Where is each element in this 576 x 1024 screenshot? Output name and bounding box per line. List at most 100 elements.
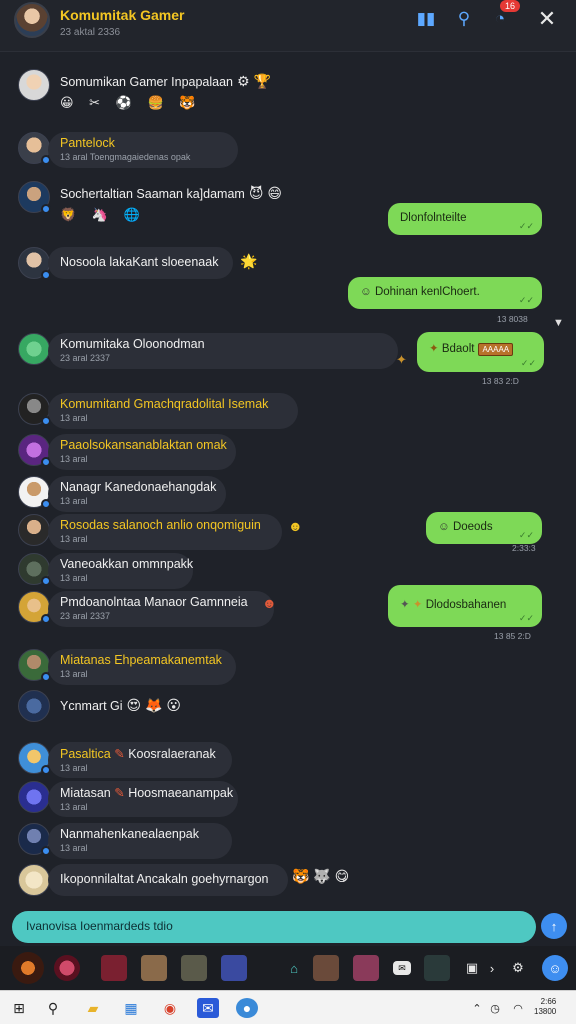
list-item[interactable]: Somumikan Gamer Inpapalaan ⚙ 🏆 😀 ✂ ⚽ 🍔 🐯 <box>18 69 318 110</box>
message-meta: 13 aral <box>60 413 88 423</box>
message-meta: 13 aral <box>60 496 88 506</box>
chevron-right-icon[interactable]: › <box>479 955 505 981</box>
emoji-reaction: ☻ <box>262 595 277 611</box>
folder-icon[interactable]: ▰ <box>82 998 104 1018</box>
emoji-reaction: ⚙ 🏆 <box>237 73 271 89</box>
avatar <box>18 333 50 365</box>
search-icon[interactable]: ⚲ <box>42 998 64 1018</box>
sender-name: Nanmahenkanealaenpak <box>60 827 199 841</box>
sender-name: Komumitand Gmachqradolital Isemak <box>60 397 269 411</box>
send-icon[interactable]: ↑ <box>541 913 567 939</box>
outgoing-message[interactable]: ☺ Dohinan kenlChoert. ✓✓ <box>348 277 542 309</box>
list-item[interactable]: Komumitand Gmachqradolital Isemak 13 ara… <box>18 393 308 433</box>
avatar <box>18 742 51 775</box>
avatar <box>18 181 51 214</box>
sender-name: Paaolsokansanablaktan omak <box>60 438 227 452</box>
avatar <box>18 690 50 722</box>
layout-icon[interactable]: ▮▮ <box>415 8 437 30</box>
list-item[interactable]: Ikoponnilaltat Ancakaln goehyrnargon 🐯 🐺… <box>18 864 358 904</box>
message-meta: 13 aral <box>60 763 88 773</box>
list-item[interactable]: Nosoola lakaKant sloeenaak 🌟 <box>18 247 268 287</box>
profile-icon[interactable]: ☺ <box>542 955 568 981</box>
outgoing-message[interactable]: ✦ Bdaolt AAAAA ✓✓ <box>417 332 544 372</box>
message-time: 13 8038 <box>497 314 528 324</box>
search-icon[interactable]: ⚲ <box>453 8 475 30</box>
sender-name: Ycnmart Gi <box>60 699 123 713</box>
message-meta: 13 aral <box>60 454 88 464</box>
avatar <box>18 132 51 165</box>
outgoing-message[interactable]: ✦ ✦ Dlodosbahanen ✓✓ <box>388 585 542 627</box>
message-icon[interactable]: ✉ <box>393 961 411 975</box>
sticker-row: 😀 ✂ ⚽ 🍔 🐯 <box>60 95 202 110</box>
list-item[interactable]: Sochertaltian Saaman ka]damam 😈 😄 🦁 🦄 🌐 <box>18 181 318 222</box>
game-thumbnail-icon[interactable] <box>424 955 450 981</box>
game-thumbnail-icon[interactable] <box>313 955 339 981</box>
reaction-icon: ✦ <box>396 352 407 367</box>
settings-icon[interactable]: ⚙ <box>505 955 531 981</box>
list-item[interactable]: Ycnmart Gi 😍 🦊 😮 <box>18 690 258 730</box>
chat-list[interactable]: Somumikan Gamer Inpapalaan ⚙ 🏆 😀 ✂ ⚽ 🍔 🐯 … <box>0 52 576 904</box>
store-icon[interactable]: ▦ <box>120 998 142 1018</box>
list-item[interactable]: Pmdoanolntaa Manaor Gamnneia 23 aral 233… <box>18 591 298 631</box>
avatar <box>18 247 51 280</box>
emoji-reaction: 🌟 <box>240 253 258 269</box>
game-thumbnail-icon[interactable] <box>181 955 207 981</box>
notification-badge: 16 <box>500 0 521 12</box>
message-time: 13 85 2:D <box>494 631 531 641</box>
list-item[interactable]: Paaolsokansanablaktan omak 13 aral <box>18 434 258 474</box>
message-text: Dlonfolnteilte <box>400 212 467 224</box>
emoji-reaction: ☻ <box>288 518 303 534</box>
message-meta: 13 aral <box>60 669 88 679</box>
clock-icon[interactable]: ◷ <box>484 998 506 1018</box>
emoji-reaction: 🐯 🐺 😋 <box>292 868 350 884</box>
outgoing-message[interactable]: Dlonfolnteilte ✓✓ <box>388 203 542 235</box>
list-item[interactable]: Vaneoakkan ommnpakk 13 aral <box>18 553 218 593</box>
app-icon[interactable]: ✉ <box>197 998 219 1018</box>
read-check-icon: ✓✓ <box>518 221 534 231</box>
list-item[interactable]: Pantelock 13 aral Toengmagaiedenas opak <box>18 132 238 172</box>
list-item[interactable]: Pasaltica ✎ Koosralaeranak 13 aral <box>18 742 258 782</box>
game-thumbnail-icon[interactable] <box>221 955 247 981</box>
avatar[interactable] <box>54 955 80 981</box>
game-thumbnail-icon[interactable] <box>353 955 379 981</box>
sender-name: Nosoola lakaKant sloeenaak <box>60 255 219 269</box>
read-check-icon: ✓✓ <box>518 530 534 540</box>
list-item[interactable]: Komumitaka Oloonodman 23 aral 2337 <box>18 333 418 373</box>
sender-name: Somumikan Gamer Inpapalaan <box>60 75 234 89</box>
sticker-tag: AAAAA <box>478 343 514 356</box>
avatar <box>18 591 51 624</box>
sender-name: Vaneoakkan ommnpakk <box>60 557 194 571</box>
sender-name: Miatanas Ehpeamakanemtak <box>60 653 222 667</box>
message-meta: 13 aral <box>60 573 88 583</box>
message-input[interactable]: Ivanovisa Ioenmardeds tdio <box>12 911 536 943</box>
sender-name: Komumitaka Oloonodman <box>60 337 205 351</box>
group-avatar[interactable] <box>14 2 50 38</box>
list-item[interactable]: Nanmahenkanealaenpak 13 aral <box>18 823 258 863</box>
chrome-icon[interactable]: ◉ <box>159 998 181 1018</box>
game-thumbnail-icon[interactable] <box>101 955 127 981</box>
list-item[interactable]: Rosodas salanoch anlio onqomiguin 13 ara… <box>18 514 318 554</box>
message-text: Dohinan kenlChoert. <box>374 286 480 298</box>
clock-date: 13800 <box>534 1007 557 1016</box>
home-icon[interactable]: ⌂ <box>281 955 307 981</box>
list-item[interactable]: Miatanas Ehpeamakanemtak 13 aral <box>18 649 258 689</box>
game-thumbnail-icon[interactable] <box>141 955 167 981</box>
wifi-icon[interactable]: ◠ <box>507 998 529 1018</box>
sender-name: Pasaltica <box>60 747 111 761</box>
avatar[interactable] <box>12 952 44 984</box>
list-item[interactable]: Nanagr Kanedonaehangdak 13 aral <box>18 476 248 516</box>
message-meta: 23 aral 2337 <box>60 353 111 363</box>
list-item[interactable]: Miatasan ✎ Hoosmaeanampak 13 aral <box>18 781 258 821</box>
message-time: 2:33:3 <box>512 543 536 553</box>
system-clock[interactable]: 2:66 13800 <box>534 997 556 1017</box>
close-icon[interactable]: ✕ <box>536 6 558 31</box>
message-meta: 13 aral <box>60 843 88 853</box>
app-icon[interactable]: ● <box>236 998 258 1018</box>
message-text: Bdaolt <box>441 343 475 355</box>
avatar <box>18 823 51 856</box>
emoji-reaction: 😍 🦊 😮 <box>126 697 181 713</box>
start-icon[interactable]: ⊞ <box>8 998 30 1018</box>
outgoing-message[interactable]: ☺ Doeods ✓✓ <box>426 512 542 544</box>
chevron-down-icon[interactable]: ▼ <box>553 317 564 329</box>
avatar <box>18 514 50 546</box>
